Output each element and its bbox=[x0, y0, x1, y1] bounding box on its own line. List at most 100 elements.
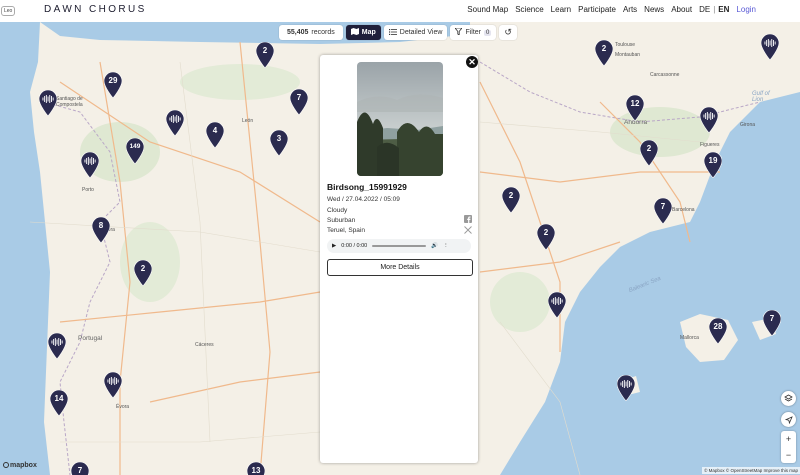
cluster-pin[interactable]: 2 bbox=[255, 41, 275, 69]
mapbox-logo[interactable]: mapbox bbox=[3, 462, 37, 469]
cluster-pin[interactable]: 7 bbox=[70, 461, 90, 475]
sound-pin[interactable] bbox=[760, 33, 780, 61]
mapbox-logo-text: mapbox bbox=[10, 462, 37, 469]
zoom-out-button[interactable]: − bbox=[781, 447, 796, 463]
label-caceres: Cáceres bbox=[195, 342, 214, 348]
cluster-count: 14 bbox=[54, 394, 64, 403]
cluster-pin[interactable]: 2 bbox=[133, 259, 153, 287]
play-icon[interactable]: ▶ bbox=[332, 243, 336, 249]
zoom-in-button[interactable]: + bbox=[781, 431, 796, 447]
nav-item-arts[interactable]: Arts bbox=[623, 5, 637, 14]
filter-count-badge: 0 bbox=[484, 29, 492, 36]
recording-datetime: Wed / 27.04.2022 / 05:09 bbox=[327, 196, 400, 203]
cluster-pin[interactable]: 12 bbox=[625, 94, 645, 122]
cluster-pin[interactable]: 7 bbox=[653, 197, 673, 225]
cluster-pin[interactable]: 29 bbox=[103, 71, 123, 99]
map-toolbar: 55,405 records Map Detailed View Filter … bbox=[279, 25, 517, 40]
label-mallorca: Mallorca bbox=[680, 335, 699, 341]
cluster-count: 2 bbox=[508, 191, 514, 200]
close-icon[interactable]: ✕ bbox=[466, 56, 478, 68]
list-icon bbox=[388, 28, 397, 37]
nav-item-participate[interactable]: Participate bbox=[578, 5, 616, 14]
audio-time: 0:00 / 0:00 bbox=[341, 243, 368, 249]
layers-icon[interactable] bbox=[781, 391, 796, 406]
sound-pin[interactable] bbox=[103, 371, 123, 399]
cluster-pin[interactable]: 28 bbox=[708, 317, 728, 345]
nav-item-science[interactable]: Science bbox=[515, 5, 543, 14]
sound-pin[interactable] bbox=[547, 291, 567, 319]
nav-item-news[interactable]: News bbox=[644, 5, 664, 14]
cluster-count: 13 bbox=[251, 466, 261, 475]
audio-seek-bar[interactable] bbox=[372, 245, 427, 247]
cluster-pin[interactable]: 2 bbox=[501, 186, 521, 214]
cluster-pin[interactable]: 2 bbox=[594, 39, 614, 67]
cluster-count: 2 bbox=[601, 44, 607, 53]
more-options-icon[interactable]: ⋮ bbox=[443, 243, 449, 249]
audio-player[interactable]: ▶ 0:00 / 0:00 🔊 ⋮ bbox=[327, 239, 471, 253]
cluster-pin[interactable]: 8 bbox=[91, 216, 111, 244]
sound-pin[interactable] bbox=[616, 374, 636, 402]
cluster-pin[interactable]: 2 bbox=[639, 139, 659, 167]
recording-photo bbox=[357, 62, 443, 176]
cluster-pin[interactable]: 14 bbox=[49, 389, 69, 417]
cluster-count: 149 bbox=[129, 143, 141, 150]
cluster-pin[interactable]: 7 bbox=[289, 88, 309, 116]
volume-icon[interactable]: 🔊 bbox=[431, 243, 438, 249]
nav-item-learn[interactable]: Learn bbox=[551, 5, 571, 14]
map-icon bbox=[350, 28, 359, 37]
detailed-view-button[interactable]: Detailed View bbox=[383, 25, 448, 40]
cluster-count: 4 bbox=[212, 126, 218, 135]
cluster-pin[interactable]: 2 bbox=[536, 223, 556, 251]
lang-de[interactable]: DE bbox=[699, 5, 710, 14]
label-carcassonne: Carcassonne bbox=[650, 72, 680, 78]
sound-pin[interactable] bbox=[47, 332, 67, 360]
zoom-control: + − bbox=[781, 431, 796, 463]
cluster-count: 8 bbox=[98, 221, 104, 230]
label-figueres: Figueres bbox=[700, 142, 720, 148]
filter-label: Filter bbox=[465, 29, 482, 36]
top-navigation: Leo DAWN CHORUS Sound Map Science Learn … bbox=[0, 0, 800, 22]
mapbox-logo-icon bbox=[3, 462, 9, 468]
label-porto: Porto bbox=[82, 187, 94, 193]
nav-menu: Sound Map Science Learn Participate Arts… bbox=[467, 5, 756, 14]
reset-icon: ↺ bbox=[504, 27, 512, 37]
sound-pin[interactable] bbox=[38, 89, 58, 117]
filter-button[interactable]: Filter 0 bbox=[450, 25, 497, 40]
cluster-count: 28 bbox=[713, 322, 723, 331]
map-attribution[interactable]: © Mapbox © OpenStreetMap Improve this ma… bbox=[702, 467, 800, 474]
cluster-count: 7 bbox=[769, 314, 775, 323]
cluster-count: 7 bbox=[660, 202, 666, 211]
x-icon[interactable] bbox=[464, 226, 472, 236]
cluster-pin[interactable]: 13 bbox=[246, 461, 266, 475]
cluster-count: 12 bbox=[630, 99, 640, 108]
label-santiago: Santiago de Compostela bbox=[56, 96, 83, 108]
label-girona: Girona bbox=[740, 122, 756, 128]
locate-icon[interactable] bbox=[781, 412, 796, 427]
sound-pin[interactable] bbox=[165, 109, 185, 137]
lang-en[interactable]: EN bbox=[718, 5, 729, 14]
nav-item-about[interactable]: About bbox=[671, 5, 692, 14]
more-details-button[interactable]: More Details bbox=[327, 259, 473, 276]
login-link[interactable]: Login bbox=[736, 5, 756, 14]
language-chip[interactable]: Leo bbox=[1, 6, 16, 16]
site-logo[interactable]: DAWN CHORUS bbox=[44, 4, 147, 15]
cluster-pin[interactable]: 3 bbox=[269, 129, 289, 157]
cluster-pin[interactable]: 19 bbox=[703, 151, 723, 179]
label-barcelona: Barcelona bbox=[672, 207, 695, 213]
cluster-pin[interactable]: 4 bbox=[205, 121, 225, 149]
cluster-count: 7 bbox=[296, 93, 302, 102]
map-view-button[interactable]: Map bbox=[345, 25, 381, 40]
filter-icon bbox=[454, 27, 464, 37]
cluster-count: 2 bbox=[140, 264, 146, 273]
records-count-label: records bbox=[311, 29, 335, 36]
facebook-icon[interactable] bbox=[464, 215, 472, 225]
reset-button[interactable]: ↺ bbox=[499, 25, 517, 40]
nav-item-sound-map[interactable]: Sound Map bbox=[467, 5, 508, 14]
cluster-pin[interactable]: 7 bbox=[762, 309, 782, 337]
recording-title: Birdsong_15991929 bbox=[327, 182, 407, 192]
sound-pin[interactable] bbox=[699, 106, 719, 134]
records-count-value: 55,405 bbox=[287, 29, 309, 36]
cluster-pin[interactable]: 149 bbox=[125, 137, 145, 165]
label-leon: León bbox=[242, 118, 254, 124]
sound-pin[interactable] bbox=[80, 151, 100, 179]
